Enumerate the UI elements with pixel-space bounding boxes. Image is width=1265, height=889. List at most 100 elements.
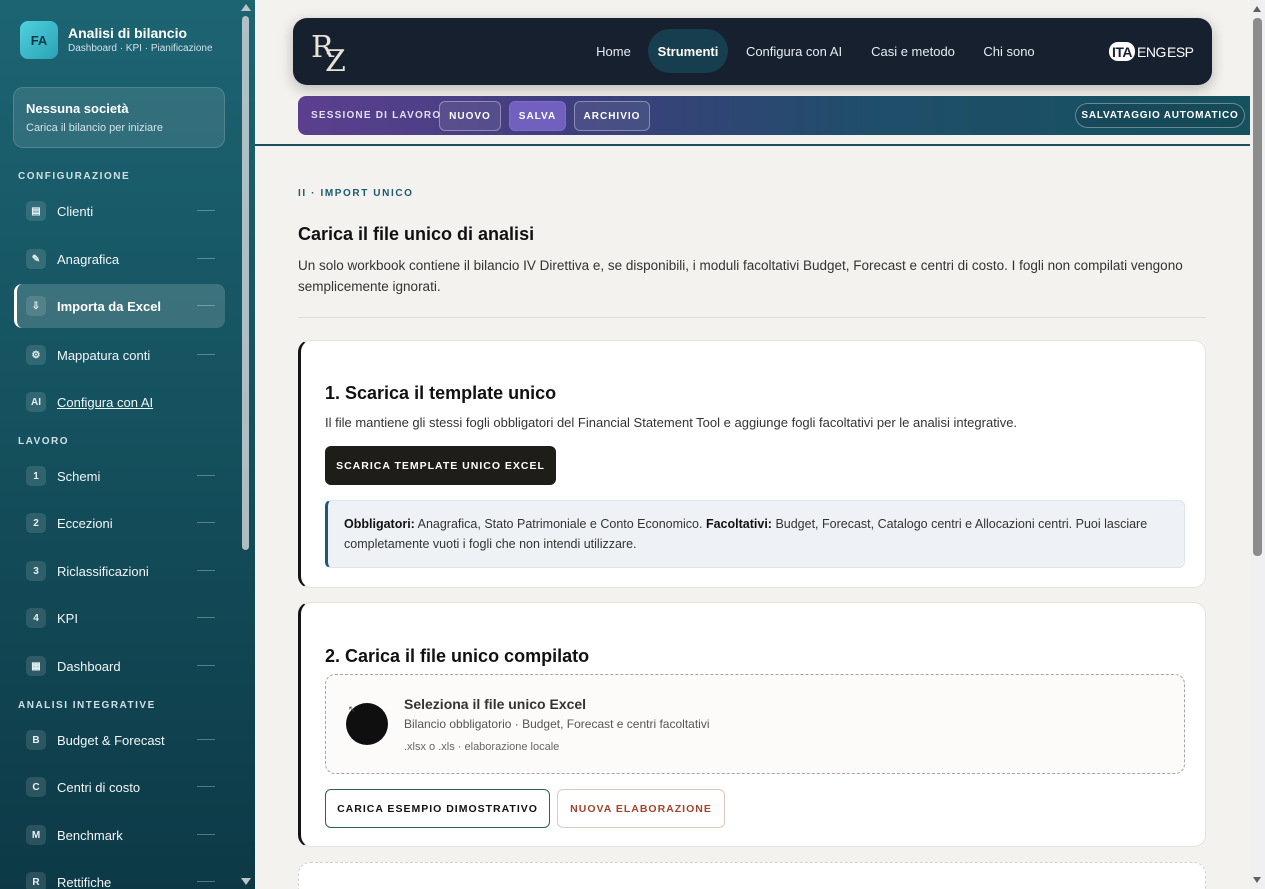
step-2-icon: 2 [26, 513, 46, 533]
scroll-up-icon[interactable] [1253, 6, 1261, 12]
step2-title: 2. Carica il file unico compilato [325, 646, 590, 666]
sidebar-item-clienti[interactable]: ▤ Clienti [14, 189, 225, 233]
sidebar-item-mappatura-conti[interactable]: ⚙ Mappatura conti [14, 333, 225, 377]
page-lead: Un solo workbook contiene il bilancio IV… [298, 258, 1183, 294]
sidebar-item-riclassificazioni[interactable]: 3 Riclassificazioni [14, 549, 225, 593]
sidebar-item-centri-costo[interactable]: C Centri di costo [14, 765, 225, 809]
archive-button[interactable]: ARCHIVIO [574, 101, 650, 131]
sidebar-item-kpi[interactable]: 4 KPI [14, 596, 225, 640]
load-demo-button[interactable]: CARICA ESEMPIO DIMOSTRATIVO [325, 789, 550, 828]
budget-icon: B [26, 730, 46, 750]
language-eng[interactable]: ENG [1137, 42, 1166, 61]
download-template-button[interactable]: SCARICA TEMPLATE UNICO EXCEL [325, 446, 556, 485]
sidebar-item-dashboard[interactable]: ▦ Dashboard [14, 644, 225, 688]
language-esp[interactable]: ESP [1167, 42, 1194, 61]
divider [197, 258, 215, 259]
section-title-analisi-integrative: ANALISI INTEGRATIVE [18, 700, 156, 711]
sidebar-item-label: Importa da Excel [57, 298, 162, 314]
brand-title: Analisi di bilancio [68, 25, 188, 41]
sidebar-item-label: KPI [57, 610, 78, 626]
sidebar-item-label: Riclassificazioni [57, 563, 149, 579]
drop-zone-title: Seleziona il file unico Excel [404, 696, 587, 712]
scroll-down-icon[interactable] [1253, 877, 1261, 883]
sidebar-item-anagrafica[interactable]: ✎ Anagrafica [14, 237, 225, 281]
sidebar-item-eccezioni[interactable]: 2 Eccezioni [14, 501, 225, 545]
clients-icon: ▤ [26, 201, 46, 221]
file-drop-zone[interactable]: ↖ Seleziona il file unico Excel Bilancio… [325, 674, 1185, 774]
save-session-button[interactable]: SALVA [509, 101, 566, 131]
menu-chi-sono[interactable]: Chi sono [977, 29, 1041, 73]
dashboard-icon: ▦ [26, 656, 46, 676]
sidebar-item-schemi[interactable]: 1 Schemi [14, 454, 225, 498]
sidebar-item-rettifiche[interactable]: R Rettifiche [14, 860, 225, 889]
menu-casi-metodo[interactable]: Casi e metodo [863, 29, 963, 73]
company-subtitle: Carica il bilancio per iniziare [26, 122, 163, 134]
new-session-button[interactable]: NUOVO [439, 101, 501, 131]
download-icon: ⇩ [26, 296, 46, 316]
upload-icon: ↖ [346, 703, 388, 745]
sidebar: FA Analisi di bilancio Dashboard · KPI ·… [0, 0, 255, 889]
rz-logo[interactable]: R Z [311, 28, 347, 79]
step-1-icon: 1 [26, 466, 46, 486]
brand-subtitle: Dashboard · KPI · Pianificazione [68, 43, 213, 54]
brand[interactable]: FA Analisi di bilancio Dashboard · KPI ·… [20, 21, 213, 59]
adjustments-icon: R [26, 872, 46, 889]
session-bar: SESSIONE DI LAVORO NUOVO SALVA ARCHIVIO … [298, 96, 1250, 135]
sidebar-item-configura-ai[interactable]: AI Configura con AI [14, 380, 225, 424]
divider [197, 354, 215, 355]
sidebar-item-label: Budget & Forecast [57, 732, 165, 748]
autosave-badge: SALVATAGGIO AUTOMATICO [1075, 103, 1245, 128]
divider [197, 834, 215, 835]
divider [197, 665, 215, 666]
pencil-icon: ✎ [26, 249, 46, 269]
sidebar-item-label: Eccezioni [57, 515, 113, 531]
divider [197, 210, 215, 211]
divider [197, 570, 215, 571]
page-title: Carica il file unico di analisi [298, 224, 535, 244]
company-title: Nessuna società [26, 101, 129, 116]
language-ita[interactable]: ITA [1109, 42, 1136, 61]
menu-home[interactable]: Home [586, 29, 641, 73]
optional-label: Facoltativi: [705, 517, 772, 531]
sidebar-item-benchmark[interactable]: M Benchmark [14, 813, 225, 857]
session-label: SESSIONE DI LAVORO [311, 110, 442, 121]
sidebar-item-importa-excel[interactable]: ⇩ Importa da Excel [14, 284, 225, 328]
page-scrollbar[interactable] [1250, 0, 1265, 889]
divider [197, 881, 215, 882]
sidebar-item-label: Mappatura conti [57, 347, 151, 363]
menu-configura-ai[interactable]: Configura con AI [738, 29, 850, 73]
divider [197, 739, 215, 740]
sidebar-item-label: Rettifiche [57, 874, 112, 889]
divider [197, 617, 215, 618]
section-title-configurazione: CONFIGURAZIONE [18, 171, 131, 182]
logo-letter-z: Z [325, 44, 346, 79]
drop-zone-extensions: .xlsx o .xls · elaborazione locale [404, 741, 560, 753]
required-sheets-info: Obbligatori: Anagrafica, Stato Patrimoni… [325, 500, 1185, 568]
step3-card [298, 862, 1206, 889]
company-card[interactable]: Nessuna società Carica il bilancio per i… [13, 87, 225, 148]
sidebar-scrollbar[interactable] [240, 0, 252, 889]
sidebar-item-label: Clienti [57, 203, 94, 219]
ai-icon: AI [26, 392, 46, 412]
scroll-down-icon[interactable] [241, 878, 251, 885]
divider [197, 786, 215, 787]
benchmark-icon: M [26, 825, 46, 845]
required-text: Anagrafica, Stato Patrimoniale e Conto E… [414, 517, 706, 531]
sidebar-item-budget-forecast[interactable]: B Budget & Forecast [14, 718, 225, 762]
drop-zone-subtitle: Bilancio obbligatorio · Budget, Forecast… [404, 717, 710, 731]
sidebar-item-label: Schemi [57, 468, 101, 484]
header-divider [255, 144, 1250, 146]
section-eyebrow: II · IMPORT UNICO [298, 188, 414, 199]
menu-strumenti[interactable]: Strumenti [648, 29, 728, 73]
new-processing-button[interactable]: NUOVA ELABORAZIONE [557, 789, 725, 828]
step1-title: 1. Scarica il template unico [325, 383, 557, 403]
scrollbar-thumb[interactable] [1253, 18, 1262, 556]
step-4-icon: 4 [26, 608, 46, 628]
divider [298, 317, 1206, 318]
sidebar-item-label: Dashboard [57, 658, 121, 674]
sidebar-item-label: Benchmark [57, 827, 123, 843]
sidebar-item-label: Centri di costo [57, 779, 141, 795]
sidebar-item-label: Configura con AI [57, 394, 154, 410]
scroll-up-icon[interactable] [241, 4, 251, 11]
scrollbar-thumb[interactable] [242, 16, 249, 550]
